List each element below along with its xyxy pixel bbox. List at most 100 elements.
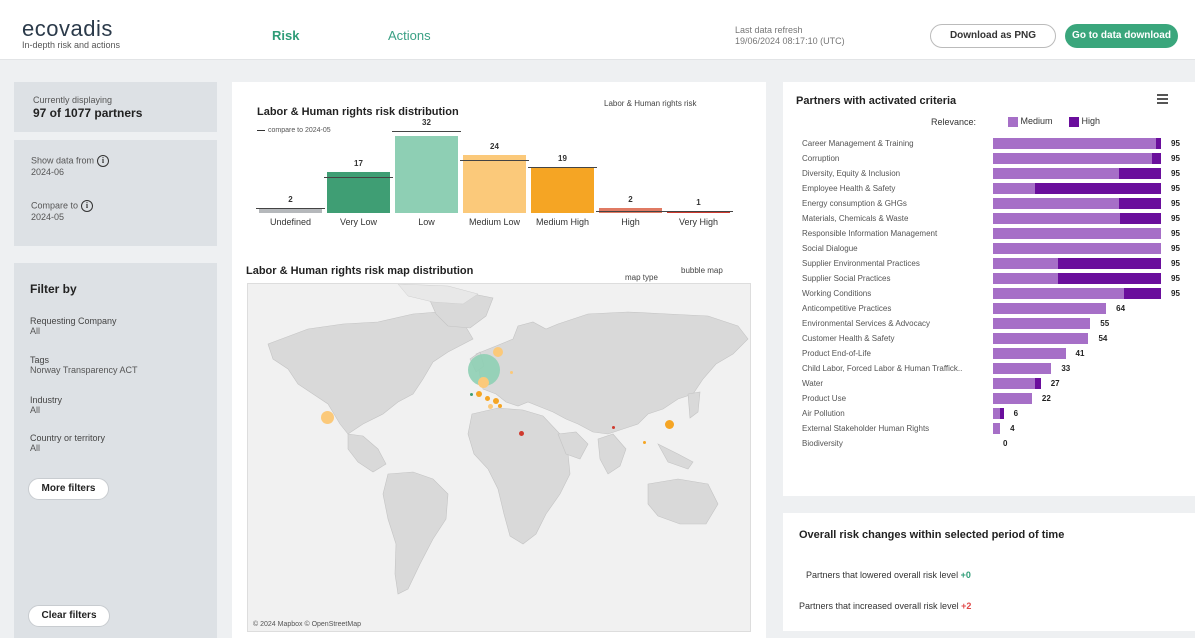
criteria-bar-medium[interactable] <box>993 138 1156 149</box>
criteria-total: 6 <box>1013 409 1019 418</box>
risk-bar-low[interactable] <box>395 135 458 213</box>
criteria-bar-medium[interactable] <box>993 378 1036 389</box>
criteria-bar-medium[interactable] <box>993 393 1032 404</box>
compare-to-value[interactable]: 2024-05 <box>31 212 64 222</box>
risk-bar-value: 19 <box>558 154 567 164</box>
criteria-bar-medium[interactable] <box>993 333 1089 344</box>
map-bubble[interactable] <box>476 391 482 397</box>
criteria-bar-medium[interactable] <box>993 198 1119 209</box>
increased-risk-row: Partners that increased overall risk lev… <box>799 601 971 611</box>
criteria-bar-medium[interactable] <box>993 273 1059 284</box>
info-icon[interactable]: i <box>81 200 94 212</box>
lowered-risk-row: Partners that lowered overall risk level… <box>806 570 971 580</box>
map-bubble[interactable] <box>510 371 513 374</box>
criteria-bar-high[interactable] <box>1152 153 1161 164</box>
criteria-total: 95 <box>1171 229 1180 238</box>
map-bubble[interactable] <box>470 393 473 396</box>
map-bubble[interactable] <box>321 411 334 424</box>
criteria-bar-medium[interactable] <box>993 348 1066 359</box>
criteria-bar-medium[interactable] <box>993 183 1036 194</box>
map-bubble[interactable] <box>665 420 674 429</box>
criteria-total: 55 <box>1100 319 1110 328</box>
criteria-label: Diversity, Equity & Inclusion <box>802 169 901 178</box>
show-data-from-value[interactable]: 2024-06 <box>31 167 64 177</box>
filter-industry[interactable]: Industry All <box>30 395 62 415</box>
criteria-label: External Stakeholder Human Rights <box>802 424 930 433</box>
more-filters-button[interactable]: More filters <box>28 478 109 500</box>
filter-country[interactable]: Country or territory All <box>30 433 105 453</box>
criteria-bar-medium[interactable] <box>993 228 1161 239</box>
risk-bar-medium-high[interactable] <box>531 167 594 213</box>
filter-label: Tags <box>30 355 50 365</box>
criteria-bar-high[interactable] <box>1120 213 1161 224</box>
risk-category-label: High <box>621 217 640 227</box>
filter-label: Country or territory <box>30 433 106 443</box>
criteria-bar-high[interactable] <box>1118 168 1161 179</box>
criteria-total: 95 <box>1171 214 1180 223</box>
criteria-bar-high[interactable] <box>1155 138 1161 149</box>
ecovadis-logo[interactable]: ecovadis <box>22 16 113 42</box>
criteria-bar-high[interactable] <box>1058 273 1161 284</box>
risk-category-label: Medium High <box>535 217 590 227</box>
go-to-data-download-button[interactable]: Go to data download <box>1065 24 1178 48</box>
risk-distribution-chart: 2 Undefined 17 Very Low 32 Low 24 Medium Low 19 M… <box>232 82 766 232</box>
criteria-label: Materials, Chemicals & Waste <box>802 214 909 223</box>
risk-bar-medium-low[interactable] <box>463 155 526 213</box>
risk-bar-value: 24 <box>490 142 499 152</box>
filter-tags[interactable]: Tags Norway Transparency ACT <box>30 355 138 375</box>
criteria-total: 41 <box>1075 349 1085 358</box>
map-bubble[interactable] <box>498 404 502 408</box>
criteria-total: 33 <box>1061 364 1071 373</box>
criteria-total: 95 <box>1171 184 1180 193</box>
increased-label: Partners that increased overall risk lev… <box>799 601 959 611</box>
filter-box: Filter by Requesting Company All Tags No… <box>14 263 217 638</box>
criteria-bar-medium[interactable] <box>993 288 1124 299</box>
map-bubble[interactable] <box>519 431 524 436</box>
criteria-bar-medium[interactable] <box>993 303 1107 314</box>
criteria-bar-medium[interactable] <box>993 213 1121 224</box>
tab-risk[interactable]: Risk <box>272 28 299 43</box>
map-type-selector[interactable]: bubble map <box>681 266 723 275</box>
criteria-bar-medium[interactable] <box>993 243 1161 254</box>
risk-category-label: Very Low <box>339 217 378 227</box>
criteria-bar-high[interactable] <box>1118 198 1161 209</box>
filter-requesting-company[interactable]: Requesting Company All <box>30 316 117 336</box>
criteria-bar-high[interactable] <box>1123 288 1161 299</box>
criteria-total: 95 <box>1171 289 1180 298</box>
criteria-bar-high[interactable] <box>1035 378 1041 389</box>
criteria-bar-high[interactable] <box>1058 258 1161 269</box>
logo-subtitle: In-depth risk and actions <box>22 40 121 50</box>
criteria-bar-medium[interactable] <box>993 153 1153 164</box>
criteria-bar-medium[interactable] <box>993 363 1052 374</box>
lowered-value: +0 <box>960 570 971 580</box>
filter-value: Norway Transparency ACT <box>30 365 138 375</box>
map-bubble[interactable] <box>493 398 499 404</box>
criteria-bar-high[interactable] <box>1035 183 1161 194</box>
criteria-bar-high[interactable] <box>1000 408 1004 419</box>
map-bubble[interactable] <box>488 404 493 409</box>
criteria-bar-medium[interactable] <box>993 408 1001 419</box>
filter-value: All <box>30 443 41 453</box>
criteria-bar-medium[interactable] <box>993 258 1059 269</box>
map-bubble[interactable] <box>485 396 490 401</box>
criteria-total: 95 <box>1171 244 1180 253</box>
partners-count-box: Currently displaying 97 of 1077 partners <box>14 82 217 132</box>
criteria-bar-medium[interactable] <box>993 168 1119 179</box>
compare-line <box>256 208 325 210</box>
map-bubble[interactable] <box>478 377 489 388</box>
compare-line <box>664 210 733 212</box>
info-icon[interactable]: i <box>97 155 110 167</box>
risk-bar-very-low[interactable] <box>327 172 390 213</box>
world-map[interactable]: © 2024 Mapbox © OpenStreetMap <box>247 283 751 632</box>
download-png-button[interactable]: Download as PNG <box>930 24 1056 48</box>
clear-filters-button[interactable]: Clear filters <box>28 605 110 627</box>
map-bubble[interactable] <box>493 347 503 357</box>
criteria-bar-medium[interactable] <box>993 318 1091 329</box>
tab-actions[interactable]: Actions <box>388 28 431 43</box>
criteria-bar-medium[interactable] <box>993 423 1001 434</box>
map-bubble[interactable] <box>612 426 615 429</box>
map-attribution[interactable]: © 2024 Mapbox © OpenStreetMap <box>253 621 361 628</box>
criteria-total: 64 <box>1116 304 1126 313</box>
lowered-label: Partners that lowered overall risk level <box>806 570 959 580</box>
map-bubble[interactable] <box>643 441 646 444</box>
